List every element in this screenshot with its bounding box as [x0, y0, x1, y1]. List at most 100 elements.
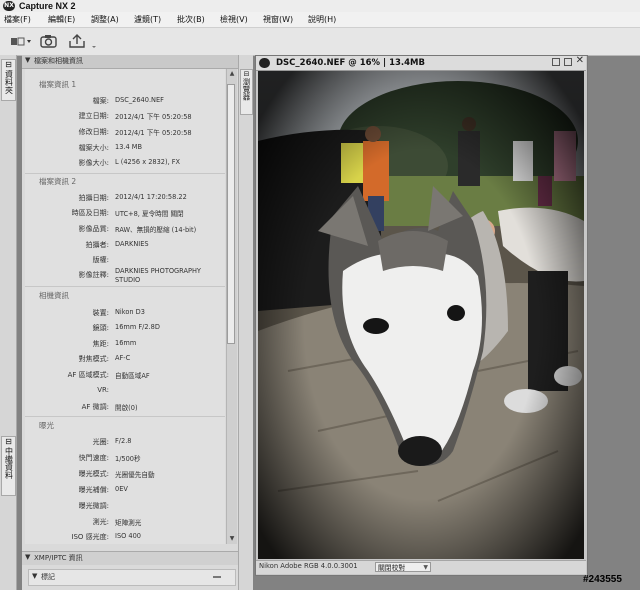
maximize-icon[interactable]	[564, 58, 572, 66]
app-title: Capture NX 2	[19, 1, 76, 11]
scroll-down-icon[interactable]: ▼	[227, 534, 237, 544]
husky-photo	[258, 71, 584, 559]
field-value: DARKNIES PHOTOGRAPHY STUDIO	[115, 267, 201, 284]
camera-control-button[interactable]	[38, 32, 60, 50]
field-value: 矩陣測光	[115, 519, 142, 527]
expand-triangle-icon: ▼	[25, 553, 31, 561]
title-bar	[0, 0, 640, 12]
app-logo-icon: NX	[3, 1, 15, 11]
tab-browser[interactable]: ⊟ 瀏覽器	[240, 69, 253, 115]
minimize-icon[interactable]	[552, 58, 560, 66]
field-value: 16mm	[115, 339, 137, 347]
scrollbar-thumb[interactable]	[227, 84, 235, 344]
image-window-titlebar[interactable]: DSC_2640.NEF @ 16% | 13.4MB ✕	[256, 55, 586, 71]
field-value: DSC_2640.NEF	[115, 96, 164, 104]
scroll-up-icon[interactable]: ▲	[227, 69, 237, 79]
menu-bar: 檔案(F) 編輯(E) 調整(A) 濾鏡(T) 批次(B) 檢視(V) 視窗(W…	[0, 12, 640, 28]
field-value: 開啟(0)	[115, 404, 138, 412]
field-label: 修改日期:	[78, 128, 109, 136]
field-value: AF-C	[115, 354, 131, 362]
field-value: ISO 400	[115, 532, 142, 540]
field-label: 版權:	[92, 256, 109, 264]
field-value: 1/500秒	[115, 455, 141, 463]
tab-browser-label: 瀏覽器	[242, 78, 251, 101]
field-label: 影像註釋:	[78, 271, 109, 279]
field-value: DARKNIES	[115, 240, 149, 248]
collapse-icon: ⊟	[5, 437, 12, 446]
softproof-dropdown[interactable]: 關閉校對 ▼	[375, 562, 431, 572]
section-divider	[25, 286, 225, 287]
collapse-icon: ⊟	[243, 70, 250, 78]
field-label: 測光:	[92, 518, 109, 526]
menu-batch[interactable]: 批次(B)	[177, 12, 205, 27]
photo-canvas[interactable]	[258, 71, 584, 559]
expand-triangle-icon: ▼	[32, 572, 38, 580]
section-divider	[25, 173, 225, 174]
tab-folder-label: 資料夾	[4, 70, 14, 94]
tab-folder-browser[interactable]: ⊟ 資料夾	[1, 59, 16, 101]
field-label: 光圈:	[92, 438, 109, 446]
tags-label: 標記	[41, 573, 55, 581]
minimize-icon[interactable]	[213, 576, 221, 578]
field-value: 2012/4/1 17:20:58.22	[115, 193, 187, 201]
metadata-list: 檔案資訊 1 檔案: DSC_2640.NEF 建立日期: 2012/4/1 下…	[25, 69, 225, 544]
image-window-title: DSC_2640.NEF @ 16% | 13.4MB	[276, 58, 425, 68]
field-value: L (4256 x 2832), FX	[115, 158, 181, 166]
right-tab-strip: ⊟ 瀏覽器	[238, 55, 253, 590]
field-label: 對焦模式:	[78, 355, 109, 363]
field-label: 影像品質:	[78, 225, 109, 233]
field-label: ISO 感光度:	[71, 533, 109, 541]
field-value: 13.4 MB	[115, 143, 142, 151]
menu-help[interactable]: 說明(H)	[308, 12, 336, 27]
section-title-camera-info: 相機資訊	[39, 291, 69, 300]
field-value: 2012/4/1 下午 05:20:58	[115, 113, 192, 121]
field-label: 拍攝日期:	[78, 194, 109, 202]
section-divider	[25, 416, 225, 417]
menu-adjust[interactable]: 調整(A)	[91, 12, 119, 27]
field-value: 光圈優先自動	[115, 471, 155, 479]
field-label: 裝置:	[92, 309, 109, 317]
field-label: VR:	[97, 386, 109, 394]
field-label: 焦距:	[92, 340, 109, 348]
field-label: 曝光模式:	[78, 470, 109, 478]
tab-metadata[interactable]: ⊟ 中繼資料	[1, 436, 16, 496]
panel-header[interactable]: ▼ 檔案和相機資訊	[22, 55, 251, 69]
camera-icon	[40, 35, 57, 48]
field-label: AF 區域模式:	[67, 371, 109, 379]
softproof-value: 關閉校對	[378, 564, 406, 572]
menu-window[interactable]: 視窗(W)	[263, 12, 293, 27]
image-status-bar: Nikon Adobe RGB 4.0.0.3001 關閉校對 ▼	[256, 560, 586, 574]
field-value: UTC+8, 夏令時間 關閉	[115, 210, 184, 218]
xmp-iptc-header[interactable]: ▼ XMP/IPTC 資訊	[22, 551, 251, 565]
field-value: RAW、無損的壓縮 (14-bit)	[115, 226, 197, 234]
watermark: #243555	[583, 574, 622, 585]
field-label: 曝光微調:	[78, 502, 109, 510]
tags-header[interactable]: ▼ 標記	[28, 569, 236, 586]
close-icon[interactable]: ✕	[576, 55, 584, 66]
upload-button[interactable]	[66, 32, 100, 50]
nx-logo-icon	[259, 58, 270, 68]
tab-metadata-label: 中繼資料	[4, 447, 14, 479]
field-value: 0EV	[115, 485, 128, 493]
collapse-icon: ⊟	[5, 60, 12, 69]
section-title-file-info-2: 檔案資訊 2	[39, 177, 77, 186]
field-value: F/2.8	[115, 437, 132, 445]
left-tab-strip	[0, 55, 17, 590]
xmp-iptc-label: XMP/IPTC 資訊	[34, 554, 83, 562]
menu-file[interactable]: 檔案(F)	[4, 12, 31, 27]
field-label: 檔案:	[92, 97, 109, 105]
field-label: 拍攝者:	[85, 241, 109, 249]
menu-edit[interactable]: 編輯(E)	[48, 12, 75, 27]
color-profile-label: Nikon Adobe RGB 4.0.0.3001	[259, 562, 358, 570]
field-value: 16mm F/2.8D	[115, 323, 160, 331]
field-label: 檔案大小:	[78, 144, 109, 152]
field-value: 2012/4/1 下午 05:20:58	[115, 129, 192, 137]
layout-icon	[11, 37, 31, 46]
field-label: 時區及日期:	[71, 209, 109, 217]
menu-view[interactable]: 檢視(V)	[220, 12, 248, 27]
field-label: 曝光補償:	[78, 486, 109, 494]
field-label: 快門速度:	[78, 454, 109, 462]
field-label: AF 微調:	[81, 403, 109, 411]
menu-filter[interactable]: 濾鏡(T)	[134, 12, 161, 27]
workspace-layout-button[interactable]	[8, 32, 32, 50]
